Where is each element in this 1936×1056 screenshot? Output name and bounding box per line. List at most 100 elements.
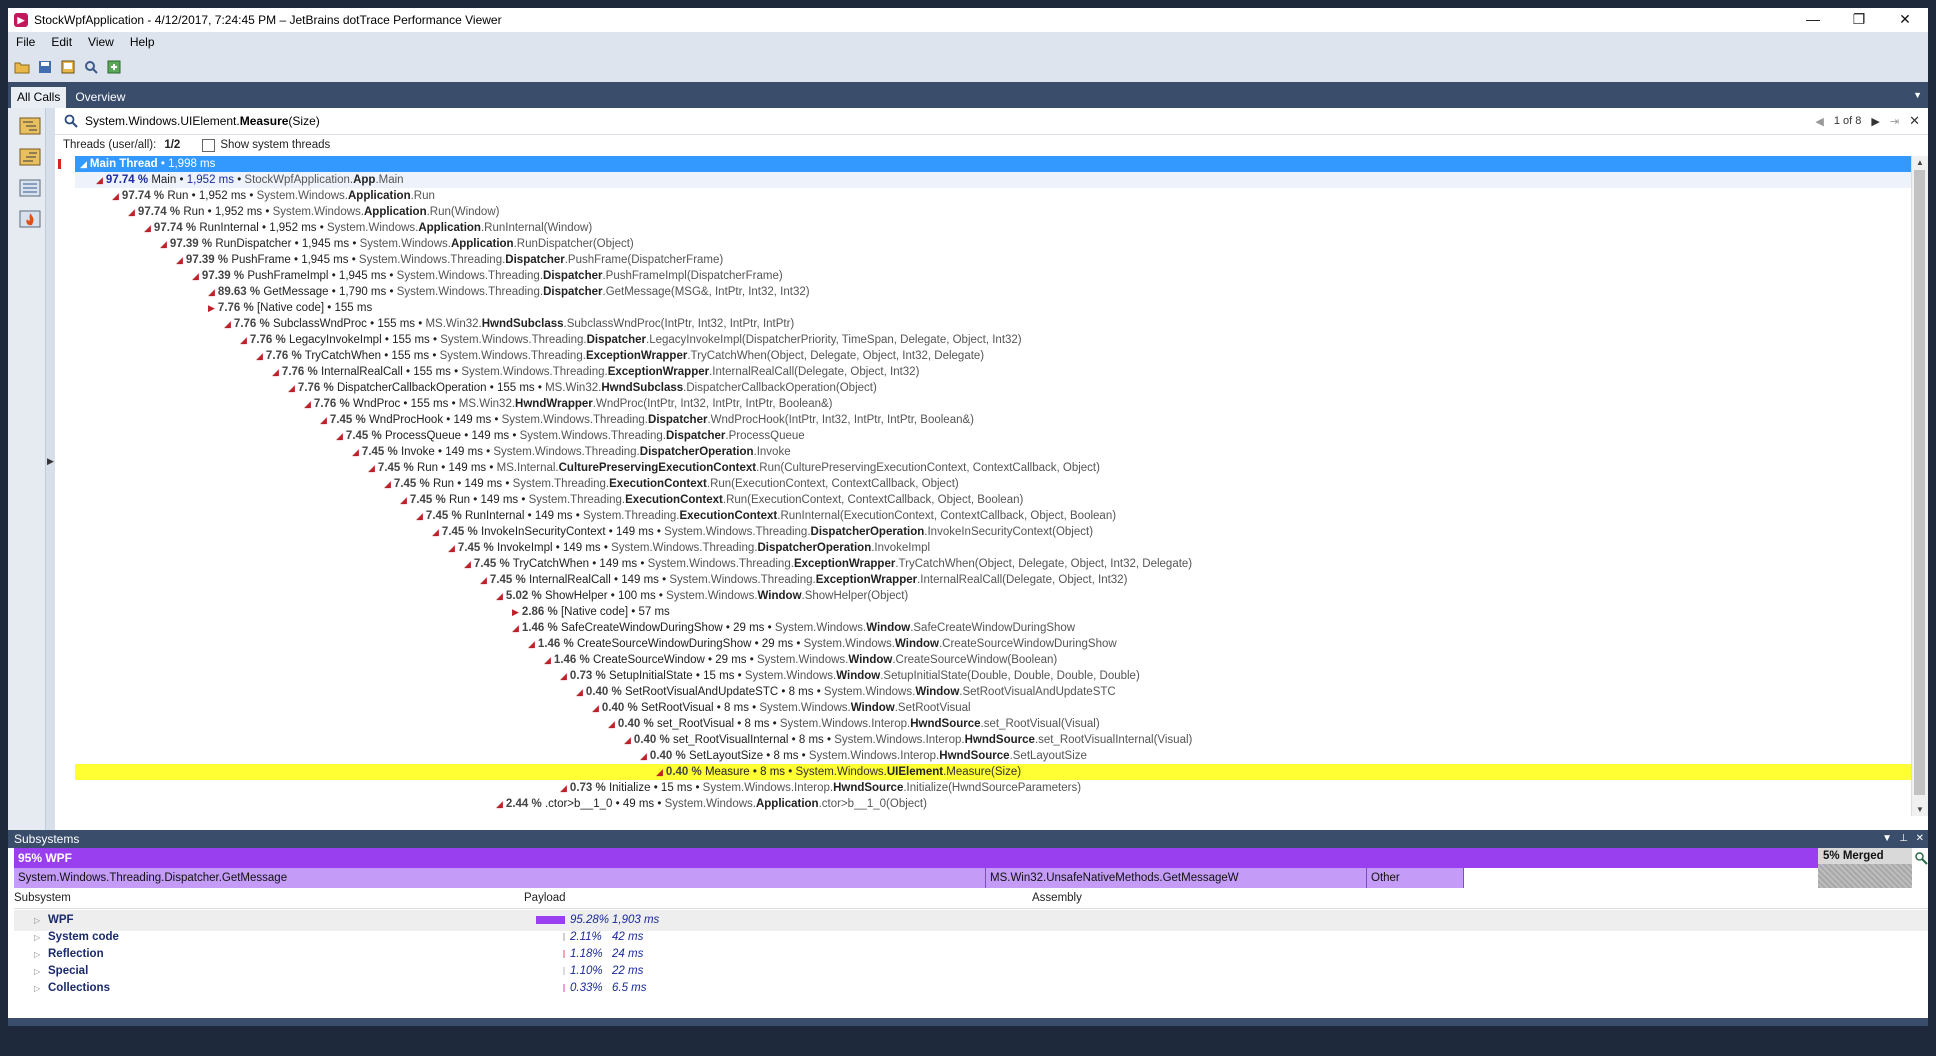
expand-arrow-icon[interactable]: ▶ xyxy=(47,456,54,467)
show-system-threads-label[interactable]: Show system threads xyxy=(220,139,330,151)
tree-row[interactable]: ◢ 7.76 % DispatcherCallbackOperation • 15… xyxy=(55,380,1912,396)
expand-triangle-icon[interactable]: ◢ xyxy=(224,319,231,329)
column-payload[interactable]: Payload xyxy=(524,892,566,904)
tree-row[interactable]: ◢ 97.74 % RunInternal • 1,952 ms • System… xyxy=(55,220,1912,236)
expand-triangle-icon[interactable]: ◢ xyxy=(368,463,375,473)
expand-triangle-icon[interactable]: ◢ xyxy=(272,367,279,377)
tree-row[interactable]: ◢ Main Thread • 1,998 ms xyxy=(75,156,1912,172)
menu-file[interactable]: File xyxy=(8,35,43,49)
tree-row[interactable]: ◢ 7.45 % InvokeInSecurityContext • 149 ms… xyxy=(55,524,1912,540)
expand-triangle-icon[interactable]: ◢ xyxy=(496,591,503,601)
expand-triangle-icon[interactable]: ◢ xyxy=(240,335,247,345)
tree-row[interactable]: ◢ 7.45 % ProcessQueue • 149 ms • System.W… xyxy=(55,428,1912,444)
maximize-button[interactable]: ❐ xyxy=(1836,8,1882,32)
expand-triangle-icon[interactable]: ◢ xyxy=(592,703,599,713)
menu-view[interactable]: View xyxy=(80,35,122,49)
tab-overview[interactable]: Overview xyxy=(69,87,131,108)
menu-help[interactable]: Help xyxy=(122,35,163,49)
expand-triangle-icon[interactable]: ◢ xyxy=(560,671,567,681)
next-match-icon[interactable]: ▶ xyxy=(1871,115,1879,128)
method-share-segment[interactable]: System.Windows.Threading.Dispatcher.GetM… xyxy=(14,868,986,888)
open-folder-icon[interactable] xyxy=(12,57,32,77)
scroll-down-icon[interactable]: ▼ xyxy=(1912,805,1928,814)
search-query[interactable]: System.Windows.UIElement.Measure(Size) xyxy=(85,114,320,128)
tree-row[interactable]: ◢ 0.40 % SetRootVisual • 8 ms • System.Wi… xyxy=(55,700,1912,716)
expand-triangle-icon[interactable]: ◢ xyxy=(624,735,631,745)
expand-triangle-icon[interactable]: ◢ xyxy=(432,527,439,537)
back-traces-icon[interactable] xyxy=(18,147,42,167)
sidebar-collapse-strip[interactable]: ▶ xyxy=(45,108,55,830)
call-tree-icon[interactable] xyxy=(18,116,42,136)
expand-triangle-icon[interactable]: ◢ xyxy=(352,447,359,457)
tree-row[interactable]: ◢ 0.40 % SetRootVisualAndUpdateSTC • 8 ms… xyxy=(55,684,1912,700)
tree-row[interactable]: ◢ 0.40 % set_RootVisualInternal • 8 ms • … xyxy=(55,732,1912,748)
merged-share-bar[interactable]: 5% Merged xyxy=(1818,848,1912,888)
tree-row[interactable]: ▶ 7.76 % [Native code] • 155 ms xyxy=(55,300,1912,316)
tree-row[interactable]: ◢ 0.40 % set_RootVisual • 8 ms • System.W… xyxy=(55,716,1912,732)
tree-row[interactable]: ◢ 7.45 % Run • 149 ms • System.Threading.… xyxy=(55,492,1912,508)
tree-row[interactable]: ◢ 97.39 % PushFrameImpl • 1,945 ms • Syst… xyxy=(55,268,1912,284)
expand-triangle-icon[interactable]: ◢ xyxy=(560,783,567,793)
expand-triangle-icon[interactable]: ◢ xyxy=(144,223,151,233)
tree-row[interactable]: ◢ 7.45 % Run • 149 ms • MS.Internal.Cultu… xyxy=(55,460,1912,476)
hot-spots-icon[interactable] xyxy=(18,209,42,229)
column-subsystem[interactable]: Subsystem xyxy=(14,892,71,904)
subsystem-share-bar[interactable]: 95% WPF xyxy=(14,848,1818,868)
expand-triangle-icon[interactable]: ◢ xyxy=(208,287,215,297)
find-icon[interactable] xyxy=(81,57,101,77)
tabs-dropdown-icon[interactable]: ▼ xyxy=(1913,90,1922,100)
expand-triangle-icon[interactable]: ◢ xyxy=(496,799,503,809)
expand-triangle-icon[interactable]: ◢ xyxy=(80,159,87,169)
tree-row[interactable]: ◢ 7.45 % Invoke • 149 ms • System.Windows… xyxy=(55,444,1912,460)
expand-triangle-icon[interactable]: ◢ xyxy=(400,495,407,505)
previous-match-icon[interactable]: ◀ xyxy=(1815,115,1823,128)
tree-row[interactable]: ◢ 7.45 % InvokeImpl • 149 ms • System.Win… xyxy=(55,540,1912,556)
method-share-segment[interactable]: MS.Win32.UnsafeNativeMethods.GetMessageW xyxy=(986,868,1367,888)
tree-row[interactable]: ◢ 7.76 % LegacyInvokeImpl • 155 ms • Syst… xyxy=(55,332,1912,348)
menu-edit[interactable]: Edit xyxy=(43,35,80,49)
tree-row[interactable]: ◢ 7.76 % InternalRealCall • 155 ms • Syst… xyxy=(55,364,1912,380)
tree-row[interactable]: ◢ 5.02 % ShowHelper • 100 ms • System.Win… xyxy=(55,588,1912,604)
threads-count[interactable]: 1/2 xyxy=(164,139,180,151)
expand-triangle-icon[interactable]: ▶ xyxy=(512,607,519,617)
close-button[interactable]: ✕ xyxy=(1882,8,1928,32)
expand-triangle-icon[interactable]: ◢ xyxy=(576,687,583,697)
tree-row[interactable]: ◢ 0.73 % SetupInitialState • 15 ms • Syst… xyxy=(55,668,1912,684)
expand-triangle-icon[interactable]: ◢ xyxy=(96,175,103,185)
tree-row[interactable]: ◢ 0.73 % Initialize • 15 ms • System.Wind… xyxy=(55,780,1912,796)
panel-close-icon[interactable]: ✕ xyxy=(1916,830,1924,848)
tree-row[interactable]: ◢ 1.46 % SafeCreateWindowDuringShow • 29 … xyxy=(55,620,1912,636)
tree-row[interactable]: ◢ 2.44 % .ctor>b__1_0 • 49 ms • System.Wi… xyxy=(55,796,1912,812)
subsystem-row[interactable]: ▷ Collections 0.33% 6.5 ms xyxy=(14,978,1928,999)
zoom-icon[interactable] xyxy=(1914,851,1928,865)
tree-row[interactable]: ◢ 1.46 % CreateSourceWindow • 29 ms • Sys… xyxy=(55,652,1912,668)
expand-triangle-icon[interactable]: ◢ xyxy=(464,559,471,569)
expand-triangle-icon[interactable]: ◢ xyxy=(512,623,519,633)
scroll-thumb[interactable] xyxy=(1914,170,1925,795)
tree-row[interactable]: ◢ 97.74 % Run • 1,952 ms • System.Windows… xyxy=(55,204,1912,220)
tree-row[interactable]: ◢ 7.45 % RunInternal • 149 ms • System.Th… xyxy=(55,508,1912,524)
tree-row[interactable]: ◢ 7.76 % TryCatchWhen • 155 ms • System.W… xyxy=(55,348,1912,364)
call-tree-scrollbar[interactable]: ▲ ▼ xyxy=(1911,156,1928,816)
tree-row[interactable]: ◢ 97.74 % Main • 1,952 ms • StockWpfAppli… xyxy=(75,172,1912,188)
column-assembly[interactable]: Assembly xyxy=(1032,892,1082,904)
tree-row[interactable]: ◢ 7.76 % WndProc • 155 ms • MS.Win32.Hwnd… xyxy=(55,396,1912,412)
row-expand-icon[interactable]: ▷ xyxy=(34,978,40,999)
minimize-button[interactable]: — xyxy=(1790,8,1836,32)
expand-triangle-icon[interactable]: ◢ xyxy=(160,239,167,249)
tree-row[interactable]: ◢ 0.40 % Measure • 8 ms • System.Windows.… xyxy=(75,764,1912,780)
tree-row[interactable]: ◢ 7.45 % WndProcHook • 149 ms • System.Wi… xyxy=(55,412,1912,428)
expand-triangle-icon[interactable]: ◢ xyxy=(128,207,135,217)
expand-triangle-icon[interactable]: ◢ xyxy=(336,431,343,441)
export-icon[interactable] xyxy=(104,57,124,77)
expand-triangle-icon[interactable]: ◢ xyxy=(112,191,119,201)
expand-triangle-icon[interactable]: ◢ xyxy=(320,415,327,425)
tree-row[interactable]: ◢ 7.76 % SubclassWndProc • 155 ms • MS.Wi… xyxy=(55,316,1912,332)
expand-triangle-icon[interactable]: ◢ xyxy=(544,655,551,665)
expand-triangle-icon[interactable]: ◢ xyxy=(304,399,311,409)
tree-row[interactable]: ◢ 97.39 % RunDispatcher • 1,945 ms • Syst… xyxy=(55,236,1912,252)
expand-triangle-icon[interactable]: ◢ xyxy=(528,639,535,649)
tree-row[interactable]: ◢ 7.45 % Run • 149 ms • System.Threading.… xyxy=(55,476,1912,492)
close-search-icon[interactable]: ✕ xyxy=(1909,113,1920,129)
tree-row[interactable]: ◢ 1.46 % CreateSourceWindowDuringShow • 2… xyxy=(55,636,1912,652)
